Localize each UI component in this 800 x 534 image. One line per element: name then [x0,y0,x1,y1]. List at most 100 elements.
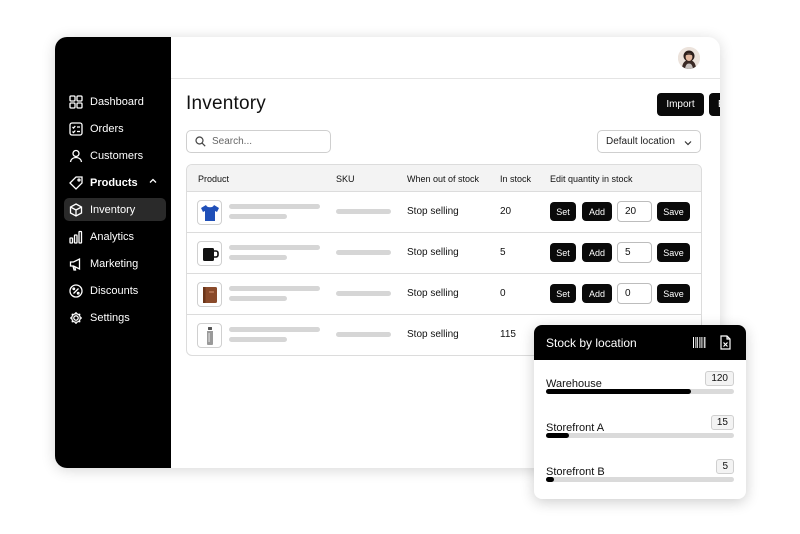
top-bar [171,37,720,79]
location-select-value: Default location [606,136,675,147]
sidebar-item-analytics[interactable]: Analytics [64,225,166,248]
sidebar-item-label: Dashboard [90,95,144,108]
user-avatar-image [678,47,700,69]
product-name-placeholder [229,245,320,250]
location-row: Storefront A 15 [546,415,734,438]
in-stock-value: 115 [500,329,516,340]
person-icon [69,149,83,162]
set-button[interactable]: Set [550,243,576,262]
sidebar-item-label: Inventory [90,203,136,216]
sidebar-item-label: Settings [90,311,130,324]
product-variant-placeholder [229,255,287,260]
in-stock-value: 0 [500,288,506,299]
in-stock-value: 5 [500,247,506,258]
table-row[interactable]: Stop selling 20 Set Add Save [187,192,701,233]
search-icon [195,136,206,147]
add-button[interactable]: Add [582,202,612,221]
add-button[interactable]: Add [582,284,612,303]
mug-icon [202,247,219,261]
table-row[interactable]: Stop selling 5 Set Add Save [187,233,701,274]
tshirt-icon [200,204,219,221]
sidebar: Dashboard Orders Customers Products Inve… [55,37,171,468]
column-header-when-out: When out of stock [407,174,480,184]
product-variant-placeholder [229,296,287,301]
dashboard-grid-icon [69,94,83,109]
tag-icon [69,175,83,190]
save-button[interactable]: Save [657,202,690,221]
spreadsheet-export-icon[interactable] [718,335,733,350]
location-stock-bar-fill [546,433,569,438]
product-name-placeholder [229,204,320,209]
sidebar-item-label: Customers [90,149,144,162]
sidebar-item-label: Products [90,176,138,189]
location-select[interactable]: Default location [597,130,701,153]
sidebar-item-label: Analytics [90,230,135,243]
product-variant-placeholder [229,337,287,342]
product-variant-placeholder [229,214,287,219]
in-stock-value: 20 [500,206,512,217]
search-input[interactable] [212,136,322,147]
product-thumbnail[interactable] [197,323,222,348]
location-count-badge: 15 [710,415,734,430]
search-box[interactable] [186,130,331,153]
location-count-badge: 5 [716,459,734,474]
location-stock-bar [546,477,734,482]
sidebar-item-products[interactable]: Products [64,171,166,194]
sku-placeholder [336,291,391,296]
table-header: Product SKU When out of stock In stock E… [187,165,701,192]
product-name-placeholder [229,286,320,291]
notebook-icon [202,286,217,303]
column-header-product: Product [198,174,230,184]
megaphone-icon [69,257,81,271]
sidebar-item-dashboard[interactable]: Dashboard [64,90,166,113]
sidebar-nav: Dashboard Orders Customers Products Inve… [64,90,166,333]
location-stock-bar-fill [546,477,554,482]
sidebar-item-marketing[interactable]: Marketing [64,252,166,275]
table-row[interactable]: Stop selling 0 Set Add Save [187,274,701,315]
sidebar-item-orders[interactable]: Orders [64,117,166,140]
sidebar-item-settings[interactable]: Settings [64,306,166,329]
quantity-input[interactable] [617,201,652,222]
product-thumbnail[interactable] [197,200,222,225]
import-button[interactable]: Import [657,93,704,116]
stock-by-location-panel: Stock by location Warehouse 120 Storefro… [534,325,746,499]
column-header-sku: SKU [336,174,355,184]
export-button[interactable]: Export [709,93,720,116]
sidebar-item-inventory[interactable]: Inventory [64,198,166,221]
sidebar-item-label: Orders [90,122,124,135]
page-title: Inventory [186,93,266,114]
save-button[interactable]: Save [657,284,690,303]
set-button[interactable]: Set [550,202,576,221]
location-stock-bar [546,389,734,394]
bottle-icon [206,326,213,345]
location-row: Warehouse 120 [546,371,734,394]
bar-chart-icon [69,230,83,244]
panel-title: Stock by location [546,335,637,350]
when-out-value: Stop selling [407,288,459,299]
add-button[interactable]: Add [582,243,612,262]
set-button[interactable]: Set [550,284,576,303]
barcode-icon[interactable] [692,335,707,350]
sidebar-item-label: Marketing [90,257,139,270]
sku-placeholder [336,209,391,214]
chevron-up-icon[interactable] [148,176,158,186]
sidebar-item-customers[interactable]: Customers [64,144,166,167]
location-count-badge: 120 [705,371,734,386]
sku-placeholder [336,250,391,255]
panel-header: Stock by location [534,325,746,360]
quantity-input[interactable] [617,242,652,263]
location-stock-bar [546,433,734,438]
discount-badge-icon [69,283,83,298]
location-row: Storefront B 5 [546,459,734,482]
gear-icon [70,311,82,324]
sidebar-item-label: Discounts [90,284,139,297]
product-thumbnail[interactable] [197,241,222,266]
quantity-input[interactable] [617,283,652,304]
orders-checklist-icon [69,121,83,136]
avatar[interactable] [678,47,700,69]
when-out-value: Stop selling [407,247,459,258]
sidebar-item-discounts[interactable]: Discounts [64,279,166,302]
column-header-in-stock: In stock [500,174,532,184]
save-button[interactable]: Save [657,243,690,262]
product-thumbnail[interactable] [197,282,222,307]
